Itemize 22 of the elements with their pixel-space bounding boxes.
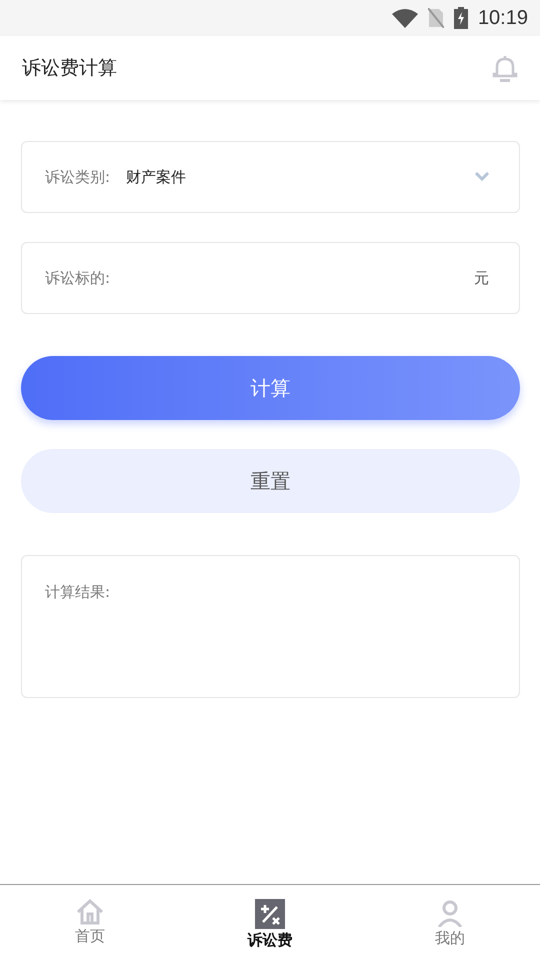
battery-icon: [454, 7, 468, 29]
category-label: 诉讼类别:: [45, 168, 110, 186]
no-sim-icon: [428, 8, 444, 28]
calculate-button[interactable]: 计算: [21, 356, 520, 420]
amount-label: 诉讼标的:: [45, 268, 110, 288]
result-label: 计算结果:: [45, 583, 110, 601]
home-icon: [75, 899, 105, 925]
nav-tab[interactable]: 我的: [360, 885, 540, 960]
bell-icon[interactable]: [492, 54, 518, 82]
status-time: 10:19: [478, 6, 528, 30]
page-title: 诉讼费计算: [22, 56, 117, 81]
reset-button[interactable]: 重置: [21, 449, 520, 513]
nav-tab[interactable]: 诉讼费: [180, 885, 360, 960]
category-select[interactable]: 诉讼类别: 财产案件: [21, 141, 520, 213]
unit-label: 元: [474, 268, 489, 288]
category-value: 财产案件: [126, 168, 188, 186]
chevron-down-icon: [475, 172, 489, 182]
calculator-icon: [255, 899, 285, 929]
amount-field[interactable]: 诉讼标的: 元: [21, 242, 520, 314]
nav-tab[interactable]: 首页: [0, 885, 180, 960]
wifi-icon: [392, 8, 418, 28]
person-icon: [437, 899, 463, 927]
